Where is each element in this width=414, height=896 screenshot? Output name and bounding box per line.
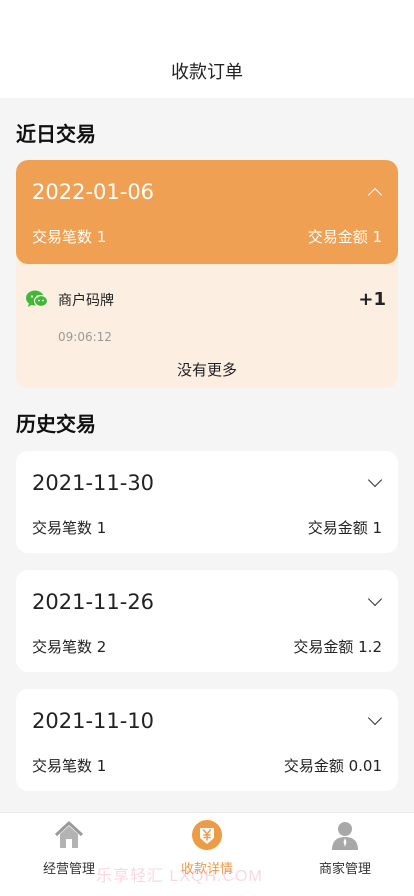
- no-more-text: 没有更多: [176, 361, 237, 379]
- home-icon: [54, 821, 84, 848]
- tab-label: 商家管理: [318, 862, 371, 877]
- tab-label: 经营管理: [42, 862, 95, 877]
- history-day-amount: 交易金额 1.2: [293, 638, 382, 656]
- chevron-down-icon[interactable]: [367, 472, 383, 488]
- chevron-down-icon[interactable]: [367, 710, 383, 726]
- recent-section-title: 近日交易: [16, 122, 96, 146]
- history-day-count: 交易笔数 1: [32, 519, 107, 537]
- tab-label: 收款详情: [180, 862, 233, 877]
- orders-content[interactable]: 近日交易 2022-01-06 交易笔数 1 交易金额 1 商户码牌 +1 09…: [0, 98, 414, 812]
- history-day-amount: 交易金额 1: [307, 519, 382, 537]
- history-day-amount: 交易金额 0.01: [283, 757, 382, 775]
- tab-business-management[interactable]: 经营管理: [0, 813, 138, 896]
- history-day-card[interactable]: 2021-11-30 交易笔数 1 交易金额 1: [16, 451, 398, 553]
- tab-payment-details[interactable]: 收款详情: [138, 813, 276, 896]
- recent-day-amount: 交易金额 1: [307, 228, 382, 246]
- history-day-count: 交易笔数 1: [32, 757, 107, 775]
- person-icon: [332, 822, 358, 850]
- tab-bar: 经营管理 收款详情 商家管理: [0, 812, 414, 896]
- history-section-title: 历史交易: [16, 412, 96, 436]
- transaction-time: 09:06:12: [58, 330, 112, 344]
- yuan-download-icon: [192, 820, 222, 850]
- history-day-card[interactable]: 2021-11-10 交易笔数 1 交易金额 0.01: [16, 689, 398, 791]
- chevron-up-icon[interactable]: [367, 187, 383, 203]
- recent-day-card: 2022-01-06 交易笔数 1 交易金额 1 商户码牌 +1 09:06:1…: [16, 160, 398, 388]
- page-title: 收款订单: [171, 62, 243, 83]
- transaction-name: 商户码牌: [58, 293, 114, 309]
- transaction-amount: +1: [358, 289, 386, 310]
- chevron-down-icon[interactable]: [367, 591, 383, 607]
- recent-day-count: 交易笔数 1: [32, 228, 107, 246]
- top-bar: 收款订单: [0, 0, 414, 98]
- history-day-date: 2021-11-10: [32, 709, 155, 733]
- tab-merchant-management[interactable]: 商家管理: [276, 813, 414, 896]
- wechat-icon: [26, 290, 48, 308]
- history-day-count: 交易笔数 2: [32, 638, 107, 656]
- history-day-date: 2021-11-30: [32, 471, 155, 495]
- history-day-date: 2021-11-26: [32, 590, 155, 614]
- history-day-card[interactable]: 2021-11-26 交易笔数 2 交易金额 1.2: [16, 570, 398, 672]
- recent-day-header[interactable]: 2022-01-06 交易笔数 1 交易金额 1: [16, 160, 398, 264]
- recent-day-date: 2022-01-06: [32, 180, 155, 204]
